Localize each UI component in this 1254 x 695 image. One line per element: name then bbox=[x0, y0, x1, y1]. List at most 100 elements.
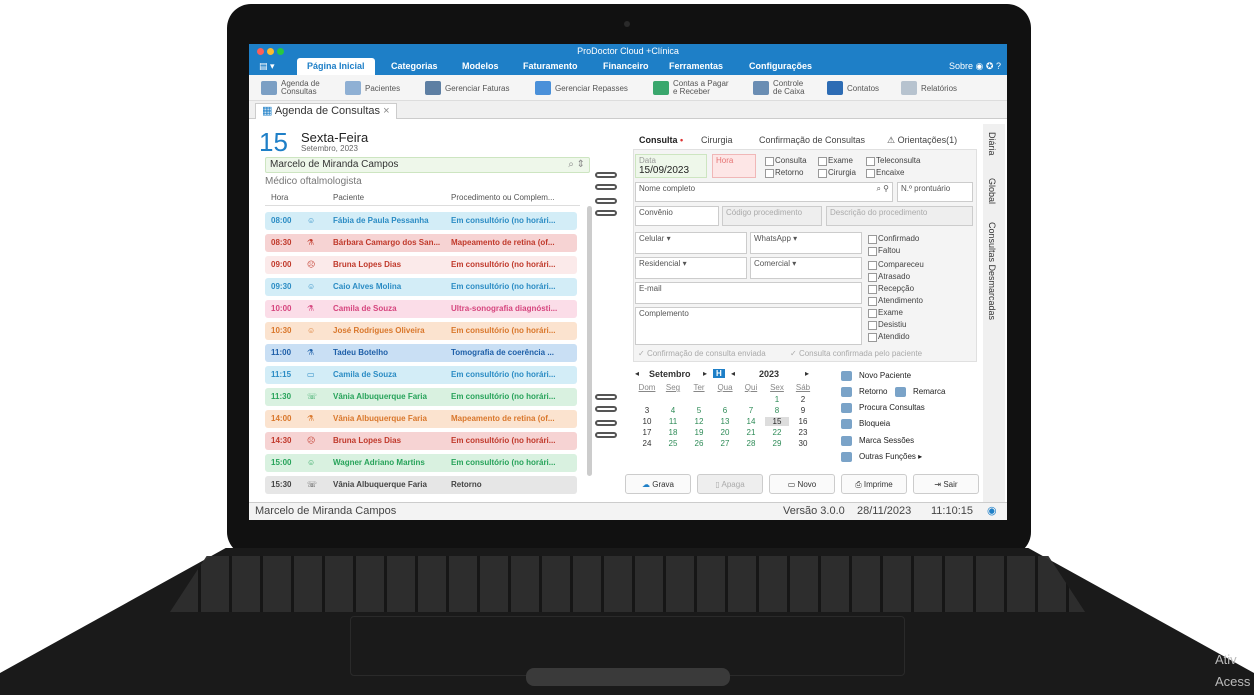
menu-ferramentas[interactable]: Ferramentas bbox=[659, 58, 733, 75]
tab-cirurgia[interactable]: Cirurgia bbox=[701, 135, 733, 145]
action-novo-paciente[interactable]: Novo Paciente bbox=[841, 369, 911, 383]
doctor-select[interactable]: Marcelo de Miranda Campos ⌕ ⇕ bbox=[265, 157, 590, 173]
delete-button[interactable]: ▯ Apaga bbox=[697, 474, 763, 494]
status-confirmado[interactable]: Confirmado bbox=[868, 234, 919, 244]
new-button[interactable]: ▭ Novo bbox=[769, 474, 835, 494]
action-retorno[interactable]: Retorno bbox=[841, 385, 887, 399]
status-faltou[interactable]: Faltou bbox=[868, 246, 900, 256]
calendar-day[interactable]: 13 bbox=[713, 417, 737, 426]
schedule-row[interactable]: 15:30 ☏ Vânia Albuquerque Faria Retorno bbox=[265, 476, 577, 494]
schedule-row[interactable]: 08:30 ⚗ Bárbara Camargo dos San... Mapeamen… bbox=[265, 234, 577, 252]
tab-confirmacao[interactable]: Confirmação de Consultas bbox=[759, 135, 865, 145]
action-procura-consultas[interactable]: Procura Consultas bbox=[841, 401, 925, 415]
calendar-day[interactable]: 26 bbox=[687, 439, 711, 448]
check-cirurgia[interactable]: Cirurgia bbox=[818, 168, 856, 178]
ribbon-contatos[interactable]: Contatos bbox=[827, 78, 879, 98]
calendar-day[interactable]: 23 bbox=[791, 428, 815, 437]
calendar-day[interactable]: 11 bbox=[661, 417, 685, 426]
calendar-day[interactable]: 16 bbox=[791, 417, 815, 426]
status-recepcao[interactable]: Recepção bbox=[868, 284, 914, 294]
schedule-row[interactable]: 14:30 ☹ Bruna Lopes Dias Em consultório (no… bbox=[265, 432, 577, 450]
calendar-day[interactable]: 14 bbox=[739, 417, 763, 426]
complement-field[interactable]: Complemento bbox=[635, 307, 862, 345]
record-number-field[interactable]: N.º prontuário bbox=[897, 182, 973, 202]
menu-categorias[interactable]: Categorias bbox=[381, 58, 448, 75]
calendar-day[interactable]: 30 bbox=[791, 439, 815, 448]
schedule-row[interactable]: 10:00 ⚗ Camila de Souza Ultra-sonografia di… bbox=[265, 300, 577, 318]
exit-button[interactable]: ⇥ Sair bbox=[913, 474, 979, 494]
app-menu-icon[interactable]: ▤ ▾ bbox=[253, 58, 281, 75]
help-icon[interactable]: ? bbox=[996, 61, 1001, 71]
next-year-icon[interactable]: ▸ bbox=[805, 369, 809, 378]
calendar-day[interactable]: 6 bbox=[713, 406, 737, 415]
connection-icon[interactable]: ◉ bbox=[987, 503, 997, 520]
calendar-day[interactable]: 5 bbox=[687, 406, 711, 415]
next-month-icon[interactable]: ▸ bbox=[703, 369, 707, 378]
status-atendimento[interactable]: Atendimento bbox=[868, 296, 923, 306]
maximize-icon[interactable] bbox=[277, 48, 284, 55]
calendar-day[interactable]: 9 bbox=[791, 406, 815, 415]
status-exame[interactable]: Exame bbox=[868, 308, 903, 318]
schedule-row[interactable]: 11:00 ⚗ Tadeu Botelho Tomografia de coerênc… bbox=[265, 344, 577, 362]
calendar-day[interactable]: 3 bbox=[635, 406, 659, 415]
sobre-link[interactable]: Sobre bbox=[949, 61, 973, 71]
work-phone-field[interactable]: Comercial ▾ bbox=[750, 257, 862, 279]
schedule-row[interactable]: 09:00 ☹ Bruna Lopes Dias Em consultório (no… bbox=[265, 256, 577, 274]
calendar-day[interactable]: 29 bbox=[765, 439, 789, 448]
status-compareceu[interactable]: Compareceu bbox=[868, 260, 924, 270]
procedure-desc-field[interactable]: Descrição do procedimento bbox=[826, 206, 973, 226]
schedule-row[interactable]: 15:00 ☺ Wagner Adriano Martins Em consultór… bbox=[265, 454, 577, 472]
calendar-day[interactable]: 21 bbox=[739, 428, 763, 437]
check-encaixe[interactable]: Encaixe bbox=[866, 168, 904, 178]
calendar-day[interactable]: 24 bbox=[635, 439, 659, 448]
side-tab-global[interactable]: Global bbox=[987, 178, 997, 204]
schedule-row[interactable]: 10:30 ☺ José Rodrigues Oliveira Em consultó… bbox=[265, 322, 577, 340]
insurance-field[interactable]: Convênio bbox=[635, 206, 719, 226]
menu-faturamento[interactable]: Faturamento bbox=[513, 58, 588, 75]
schedule-row[interactable]: 11:30 ☏ Vânia Albuquerque Faria Em consultó… bbox=[265, 388, 577, 406]
search-icon[interactable]: ⌕ ⇕ bbox=[568, 158, 585, 172]
today-button[interactable]: H bbox=[713, 369, 725, 378]
tab-agenda-consultas[interactable]: ▦ Agenda de Consultas × bbox=[255, 103, 397, 119]
calendar-day[interactable]: 17 bbox=[635, 428, 659, 437]
close-tab-icon[interactable]: × bbox=[383, 105, 389, 117]
minimize-icon[interactable] bbox=[267, 48, 274, 55]
schedule-row[interactable]: 11:15 ▭ Camila de Souza Em consultório (no … bbox=[265, 366, 577, 384]
side-tab-diaria[interactable]: Diária bbox=[987, 132, 997, 156]
calendar-day[interactable]: 1 bbox=[765, 395, 789, 404]
calendar-day[interactable]: 20 bbox=[713, 428, 737, 437]
calendar-day[interactable]: 8 bbox=[765, 406, 789, 415]
ribbon-faturas[interactable]: Gerenciar Faturas bbox=[425, 78, 509, 98]
search-icon[interactable]: ⌕ ⚲ bbox=[876, 184, 889, 194]
calendar-day[interactable]: 2 bbox=[791, 395, 815, 404]
tab-consulta[interactable]: Consulta • bbox=[639, 135, 683, 145]
side-tab-desmarcadas[interactable]: Consultas Desmarcadas bbox=[987, 222, 997, 320]
prev-month-icon[interactable]: ◂ bbox=[635, 369, 639, 378]
check-consulta[interactable]: Consulta bbox=[765, 156, 807, 166]
tab-orientacoes[interactable]: ⚠ Orientações(1) bbox=[887, 135, 957, 146]
schedule-scrollbar[interactable] bbox=[587, 206, 592, 476]
save-button[interactable]: ☁ Grava bbox=[625, 474, 691, 494]
print-button[interactable]: ⎙ Imprime bbox=[841, 474, 907, 494]
schedule-row[interactable]: 08:00 ☺ Fábia de Paula Pessanha Em consultó… bbox=[265, 212, 577, 230]
close-icon[interactable] bbox=[257, 48, 264, 55]
home-phone-field[interactable]: Residencial ▾ bbox=[635, 257, 747, 279]
calendar-day[interactable]: 18 bbox=[661, 428, 685, 437]
ribbon-agenda[interactable]: Agenda de Consultas bbox=[261, 78, 320, 98]
menu-pagina-inicial[interactable]: Página Inicial bbox=[297, 58, 375, 75]
email-field[interactable]: E-mail bbox=[635, 282, 862, 304]
calendar-day[interactable]: 4 bbox=[661, 406, 685, 415]
schedule-row[interactable]: 14:00 ⚗ Vânia Albuquerque Faria Mapeamento … bbox=[265, 410, 577, 428]
menu-configuracoes[interactable]: Configurações bbox=[739, 58, 822, 75]
whatsapp-field[interactable]: WhatsApp ▾ bbox=[750, 232, 862, 254]
action-outras-funcoes[interactable]: Outras Funções ▸ bbox=[841, 450, 922, 464]
menu-financeiro[interactable]: Financeiro bbox=[593, 58, 659, 75]
calendar-day[interactable]: 19 bbox=[687, 428, 711, 437]
menu-modelos[interactable]: Modelos bbox=[452, 58, 509, 75]
ribbon-repasses[interactable]: Gerenciar Repasses bbox=[535, 78, 628, 98]
calendar-day[interactable]: 22 bbox=[765, 428, 789, 437]
calendar-day[interactable]: 25 bbox=[661, 439, 685, 448]
schedule-row[interactable]: 09:30 ☺ Caio Alves Molina Em consultório (n… bbox=[265, 278, 577, 296]
ribbon-contas[interactable]: Contas a Pagar e Receber bbox=[653, 78, 729, 98]
date-field[interactable]: Data 15/09/2023 bbox=[635, 154, 707, 178]
